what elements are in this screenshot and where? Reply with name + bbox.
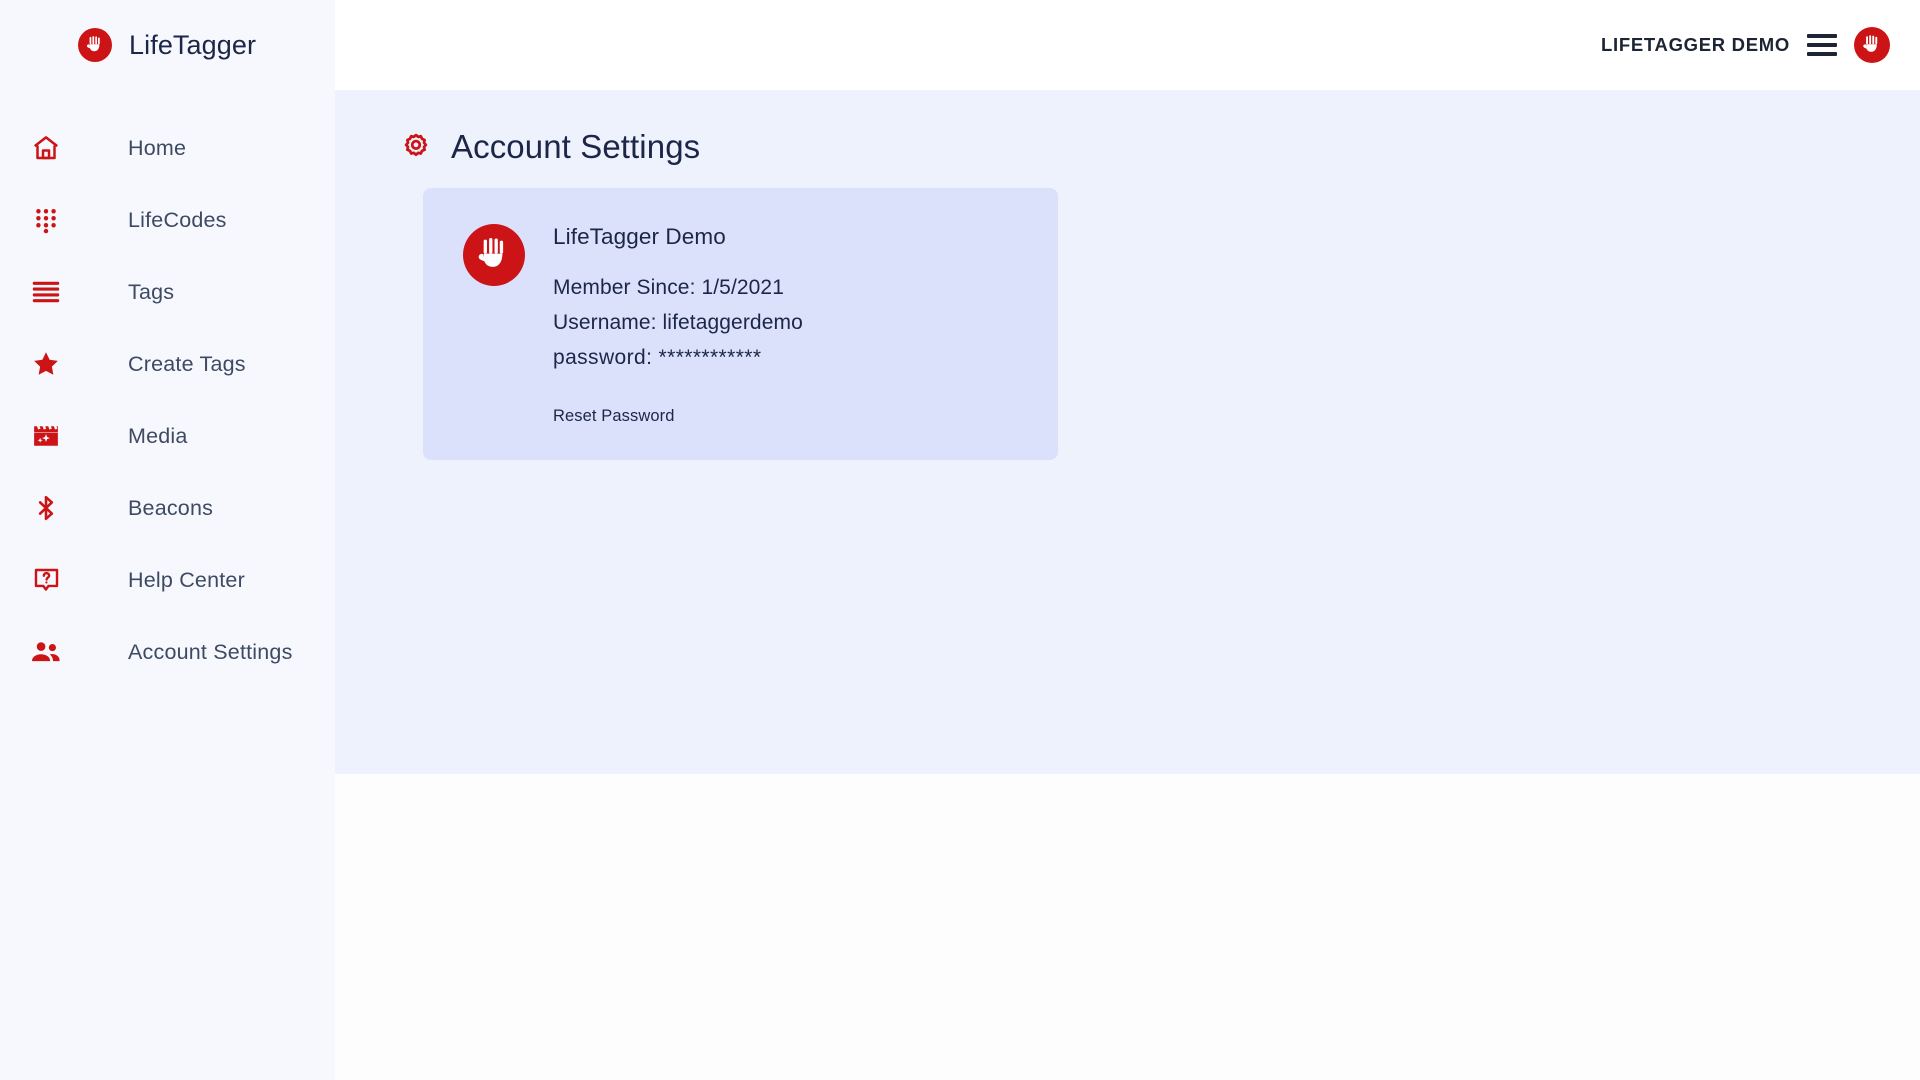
page-header: Account Settings <box>367 114 1920 180</box>
sidebar: LifeTagger Home LifeCodes Tags Create Ta… <box>0 0 335 1080</box>
brand-logo[interactable]: LifeTagger <box>0 0 335 90</box>
profile-username: Username: lifetaggerdemo <box>553 311 803 334</box>
sidebar-item-label: Account Settings <box>128 639 293 664</box>
reset-password-link[interactable]: Reset Password <box>553 407 675 426</box>
page-footer-area <box>335 774 1920 1080</box>
profile-avatar <box>463 224 525 286</box>
hamburger-line <box>1807 52 1837 56</box>
hamburger-line <box>1807 34 1837 38</box>
page-title: Account Settings <box>451 128 701 165</box>
hand-logo-icon <box>78 28 112 62</box>
sidebar-item-account-settings[interactable]: Account Settings <box>0 616 335 688</box>
content-panel: Account Settings LifeTagger Demo Member … <box>335 90 1920 774</box>
topbar-user-label: LIFETAGGER DEMO <box>1601 34 1790 55</box>
sidebar-item-label: Home <box>128 135 187 160</box>
help-bubble-icon <box>20 566 72 595</box>
bluetooth-icon <box>20 493 72 523</box>
sidebar-item-label: Tags <box>128 279 175 304</box>
profile-card: LifeTagger Demo Member Since: 1/5/2021 U… <box>423 188 1058 460</box>
profile-info: LifeTagger Demo Member Since: 1/5/2021 U… <box>553 220 803 426</box>
profile-display-name: LifeTagger Demo <box>553 224 726 249</box>
hamburger-menu-icon[interactable] <box>1807 34 1837 56</box>
sidebar-item-label: Create Tags <box>128 351 246 376</box>
profile-member-since: Member Since: 1/5/2021 <box>553 276 784 299</box>
star-icon <box>20 349 72 379</box>
sidebar-item-lifecodes[interactable]: LifeCodes <box>0 184 335 256</box>
sidebar-item-tags[interactable]: Tags <box>0 256 335 328</box>
sidebar-item-media[interactable]: Media <box>0 400 335 472</box>
home-icon <box>20 133 72 163</box>
sidebar-item-home[interactable]: Home <box>0 112 335 184</box>
dialpad-icon <box>20 206 72 234</box>
sidebar-item-label: Help Center <box>128 567 245 592</box>
sidebar-item-help-center[interactable]: Help Center <box>0 544 335 616</box>
menu-lines-icon <box>20 280 72 304</box>
sidebar-nav: Home LifeCodes Tags Create Tags Media Be… <box>0 112 335 688</box>
app-root: LifeTagger Home LifeCodes Tags Create Ta… <box>0 0 1920 1080</box>
sidebar-item-label: LifeCodes <box>128 207 227 232</box>
hamburger-line <box>1807 43 1837 47</box>
top-bar: LIFETAGGER DEMO <box>335 0 1920 90</box>
sidebar-item-beacons[interactable]: Beacons <box>0 472 335 544</box>
brand-name: LifeTagger <box>129 29 257 60</box>
sidebar-item-label: Beacons <box>128 495 214 520</box>
gear-icon <box>401 132 431 162</box>
avatar[interactable] <box>1854 27 1890 63</box>
people-group-icon <box>20 637 72 667</box>
sidebar-item-create-tags[interactable]: Create Tags <box>0 328 335 400</box>
sidebar-item-label: Media <box>128 423 188 448</box>
profile-password: password: ************ <box>553 346 762 369</box>
movie-clapper-icon <box>20 421 72 451</box>
